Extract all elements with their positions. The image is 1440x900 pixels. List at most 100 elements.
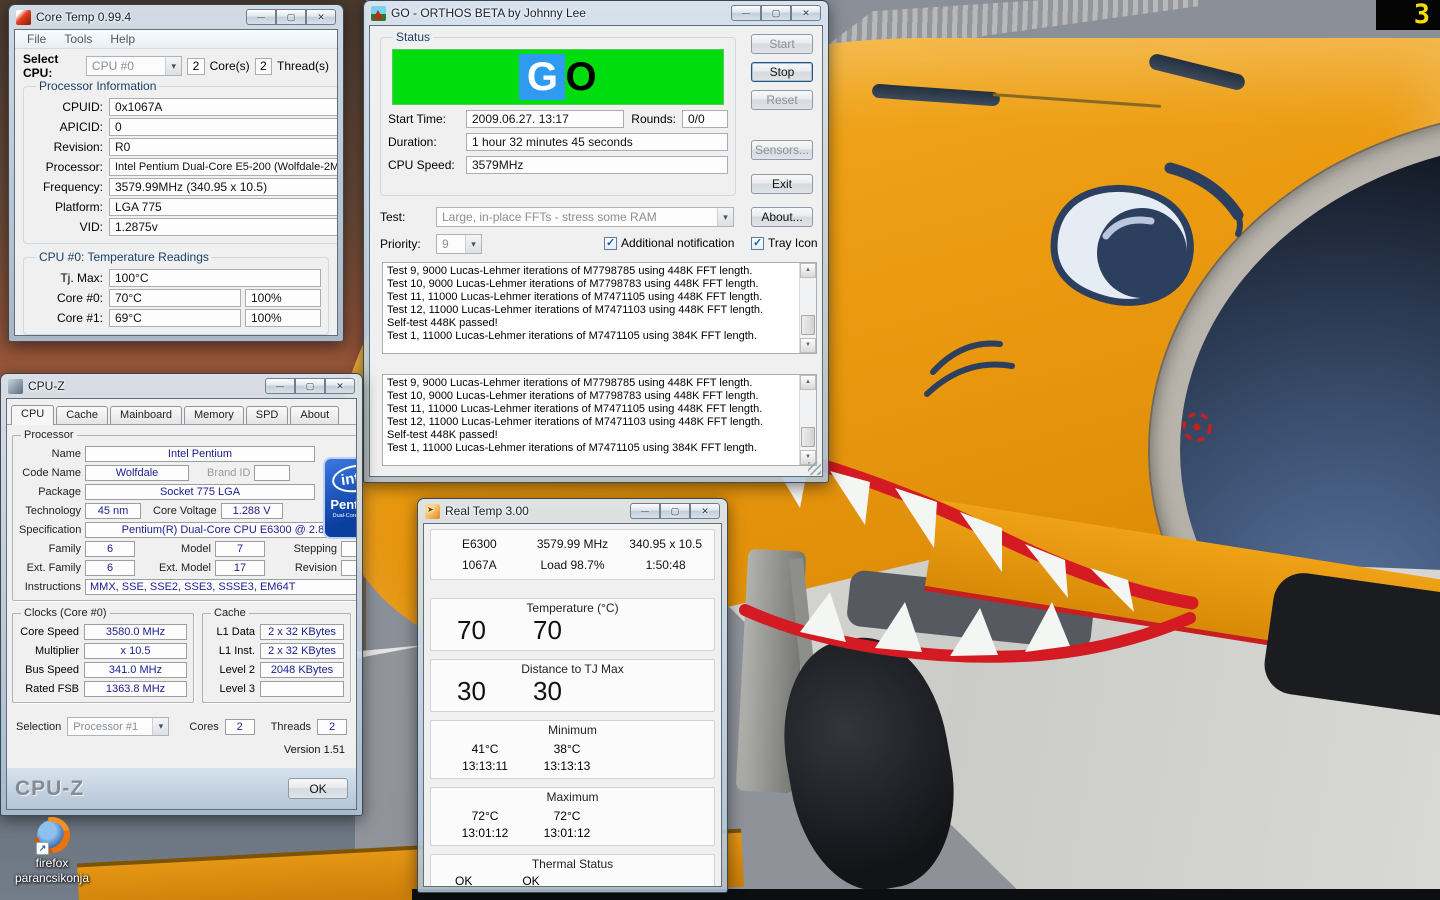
platform-label: Platform:	[54, 200, 103, 214]
ext-family-row: Ext. Family 6 Ext. Model 17 Revision R0	[19, 560, 356, 576]
log-line: Self-test 448K passed!	[387, 429, 498, 441]
tab-mainboard[interactable]: Mainboard	[110, 406, 183, 424]
firefox-shortcut[interactable]: firefox parancsikonja	[8, 809, 96, 886]
processor-group: Processor intel Pentium Dual-Core Inside…	[12, 429, 357, 601]
multiplier-row: Multiplier x 10.5	[19, 643, 187, 659]
maximize-button[interactable]	[276, 9, 306, 25]
core1-thermal-status: OK	[522, 874, 540, 887]
tab-spd[interactable]: SPD	[245, 406, 289, 424]
ext-model-value: 17	[215, 560, 265, 576]
level3-row: Level 3	[209, 681, 344, 697]
scrollbar[interactable]	[799, 375, 816, 465]
level3-label: Level 3	[219, 683, 255, 695]
tab-about[interactable]: About	[290, 406, 340, 424]
tab-memory[interactable]: Memory	[184, 406, 244, 424]
bus-speed-label: Bus Speed	[25, 664, 79, 676]
start-button[interactable]: Start	[751, 34, 813, 54]
minimize-button[interactable]	[731, 5, 761, 21]
cpu-select-dropdown[interactable]: CPU #0	[85, 56, 183, 76]
tray-icon-label: Tray Icon	[768, 236, 818, 250]
tray-icon-checkbox[interactable]: Tray Icon	[751, 236, 818, 250]
l1-data-label: L1 Data	[216, 626, 255, 638]
log-line: Test 11, 11000 Lucas-Lehmer iterations o…	[387, 291, 763, 303]
sensors-button[interactable]: Sensors...	[751, 140, 813, 160]
maximize-button[interactable]	[660, 503, 690, 519]
menu-tools[interactable]: Tools	[56, 32, 100, 46]
cores-count: 2	[187, 57, 205, 75]
chevron-down-icon	[717, 208, 733, 226]
temperature-caption: Temperature (°C)	[526, 601, 619, 615]
scroll-down-arrow-icon[interactable]	[800, 338, 816, 353]
scrollbar[interactable]	[799, 263, 816, 353]
cores-label: Core(s)	[209, 59, 250, 73]
log-line: Test 12, 11000 Lucas-Lehmer iterations o…	[387, 416, 764, 428]
close-button[interactable]	[791, 5, 821, 21]
realtemp-titlebar[interactable]: Real Temp 3.00	[423, 499, 722, 523]
version-text: Version 1.51	[283, 744, 345, 756]
cpuz-window: CPU-Z CPU Cache Mainboard Memory SPD Abo…	[0, 373, 363, 816]
test-log-pane-1[interactable]: Test 9, 9000 Lucas-Lehmer iterations of …	[382, 262, 817, 354]
minimize-button[interactable]	[246, 9, 276, 25]
platform-value: LGA 775	[109, 198, 337, 216]
family-row: Family 6 Model 7 Stepping A	[19, 541, 356, 557]
scrollbar-thumb[interactable]	[801, 427, 815, 448]
core1-maximum: 72°C 13:01:12	[537, 806, 597, 840]
core-speed-value: 3580.0 MHz	[84, 624, 187, 640]
coretemp-titlebar[interactable]: Core Temp 0.99.4	[14, 5, 338, 29]
duration-label: Duration:	[388, 135, 437, 149]
core0-max-time: 13:01:12	[461, 826, 509, 840]
orthos-titlebar[interactable]: GO - ORTHOS BETA by Johnny Lee	[369, 1, 823, 25]
close-button[interactable]	[306, 9, 336, 25]
instructions-label: Instructions	[24, 581, 81, 593]
selection-row: Selection Processor #1 Cores 2 Threads 2	[16, 717, 347, 736]
test-log-pane-2[interactable]: Test 9, 9000 Lucas-Lehmer iterations of …	[382, 374, 817, 466]
test-dropdown[interactable]: Large, in-place FFTs - stress some RAM	[436, 207, 734, 227]
background-number-plate: 3	[1376, 0, 1440, 30]
checkbox-checked-icon	[604, 236, 617, 250]
minimize-button[interactable]	[265, 378, 295, 394]
tab-cache[interactable]: Cache	[56, 406, 109, 424]
core1-distance: 30	[533, 676, 562, 706]
desktop: 3 Core Temp 0.99.4 File Tools Help Selec…	[0, 0, 1440, 900]
additional-notification-checkbox[interactable]: Additional notification	[604, 236, 734, 250]
about-button[interactable]: About...	[751, 207, 813, 227]
cpu-info-panel: E6300 3579.99 MHz 340.95 x 10.5 1067A Lo…	[430, 529, 715, 580]
minimize-button[interactable]	[630, 503, 660, 519]
firefox-fox-swirl	[26, 809, 78, 861]
stop-button[interactable]: Stop	[751, 62, 813, 82]
codename-value: Wolfdale	[85, 465, 189, 481]
scrollbar-thumb[interactable]	[801, 315, 815, 336]
cpu-select-value: CPU #0	[91, 59, 134, 73]
scroll-up-arrow-icon[interactable]	[800, 263, 816, 278]
core0-minimum: 41°C 13:13:11	[455, 739, 515, 773]
temperature-readings-group: CPU #0: Temperature Readings Tj. Max: 10…	[23, 250, 329, 335]
ok-button[interactable]: OK	[288, 778, 348, 799]
name-row: Name Intel Pentium	[19, 446, 356, 462]
core1-max-time: 13:01:12	[543, 826, 591, 840]
select-cpu-label: Select CPU:	[23, 52, 59, 80]
scroll-up-arrow-icon[interactable]	[800, 375, 816, 390]
coretemp-window: Core Temp 0.99.4 File Tools Help Select …	[8, 4, 344, 342]
frequency-label: Frequency:	[42, 180, 103, 194]
tab-cpu[interactable]: CPU	[11, 405, 55, 425]
red-target-roundel	[1182, 412, 1212, 442]
core1-min-time: 13:13:13	[543, 759, 591, 773]
resize-grip[interactable]	[808, 462, 821, 475]
menu-help[interactable]: Help	[102, 32, 143, 46]
cpuz-titlebar[interactable]: CPU-Z	[6, 374, 357, 398]
maximize-button[interactable]	[761, 5, 791, 21]
close-button[interactable]	[325, 378, 355, 394]
priority-dropdown[interactable]: 9	[436, 234, 482, 254]
info-row-revision: Revision: R0	[31, 138, 337, 156]
firefox-icon	[26, 809, 78, 861]
revision-label: Revision:	[53, 140, 103, 154]
processor-selection-dropdown[interactable]: Processor #1	[67, 717, 170, 736]
info-row-frequency: Frequency: 3579.99MHz (340.95 x 10.5)	[31, 178, 337, 196]
cpuz-app-icon	[8, 378, 23, 394]
reset-button[interactable]: Reset	[751, 90, 813, 110]
exit-button[interactable]: Exit	[751, 174, 813, 194]
menu-file[interactable]: File	[19, 32, 54, 46]
pentium-logo-subtitle: Dual-Core Inside™	[332, 513, 357, 519]
maximize-button[interactable]	[295, 378, 325, 394]
close-button[interactable]	[690, 503, 720, 519]
